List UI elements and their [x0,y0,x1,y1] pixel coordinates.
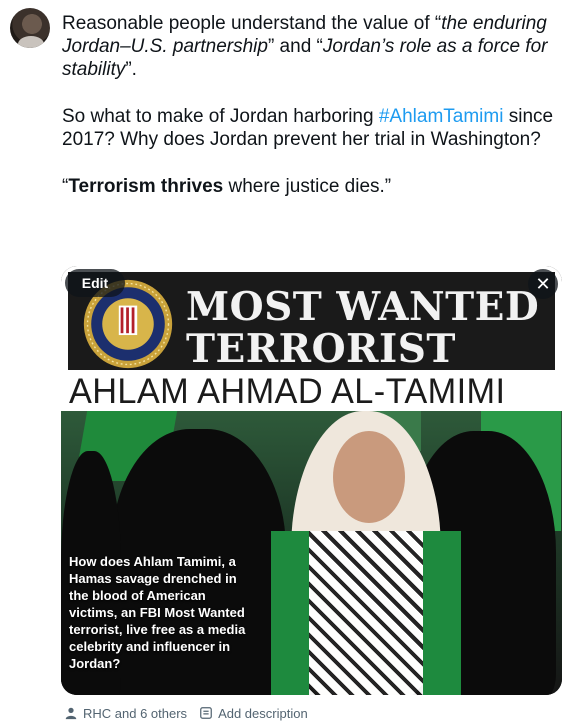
tagged-people-label: RHC and 6 others [83,705,188,721]
text-run: ” and “ [267,36,323,57]
tweet-paragraph-2: So what to make of Jordan harboring #Ahl… [62,105,558,151]
poster-caption: How does Ahlam Tamimi, a Hamas savage dr… [69,554,246,671]
edit-label: Edit [81,275,109,291]
poster-headline: MOST WANTED [186,284,540,330]
attached-image[interactable]: MOST WANTED TERRORIST AHLAM AHMAD AL-TAM… [61,266,562,695]
poster-name: AHLAM AHMAD AL-TAMIMI [69,372,506,411]
text-run: ”. [125,59,137,80]
bold-text: Terrorism thrives [68,176,224,197]
add-description-label: Add description [218,705,308,721]
tweet-paragraph-1: Reasonable people understand the value o… [62,12,558,81]
text-run: Reasonable people understand the value o… [62,13,442,34]
poster-headline: TERRORIST [186,326,456,372]
figure-shape [423,531,461,695]
edit-media-button[interactable]: Edit [65,269,125,297]
person-icon [65,707,77,720]
poster-header: MOST WANTED TERRORIST [68,272,555,372]
tagged-people-button[interactable]: RHC and 6 others [64,706,187,721]
text-run: So what to make of Jordan harboring [62,106,379,127]
tweet-text: Reasonable people understand the value o… [62,12,558,222]
close-icon: ✕ [535,273,551,294]
tweet-paragraph-3: “Terrorism thrives where justice dies.” [62,175,558,198]
figure-shape [271,531,309,695]
remove-media-button[interactable]: ✕ [528,269,558,299]
figure-shape [333,431,405,523]
author-avatar[interactable] [10,8,50,48]
add-description-button[interactable]: Add description [199,706,308,721]
description-icon [200,707,212,719]
media-meta-bar: RHC and 6 others Add description [64,703,320,723]
text-run: where justice dies.” [223,176,392,197]
hashtag-link[interactable]: #AhlamTamimi [379,106,504,127]
